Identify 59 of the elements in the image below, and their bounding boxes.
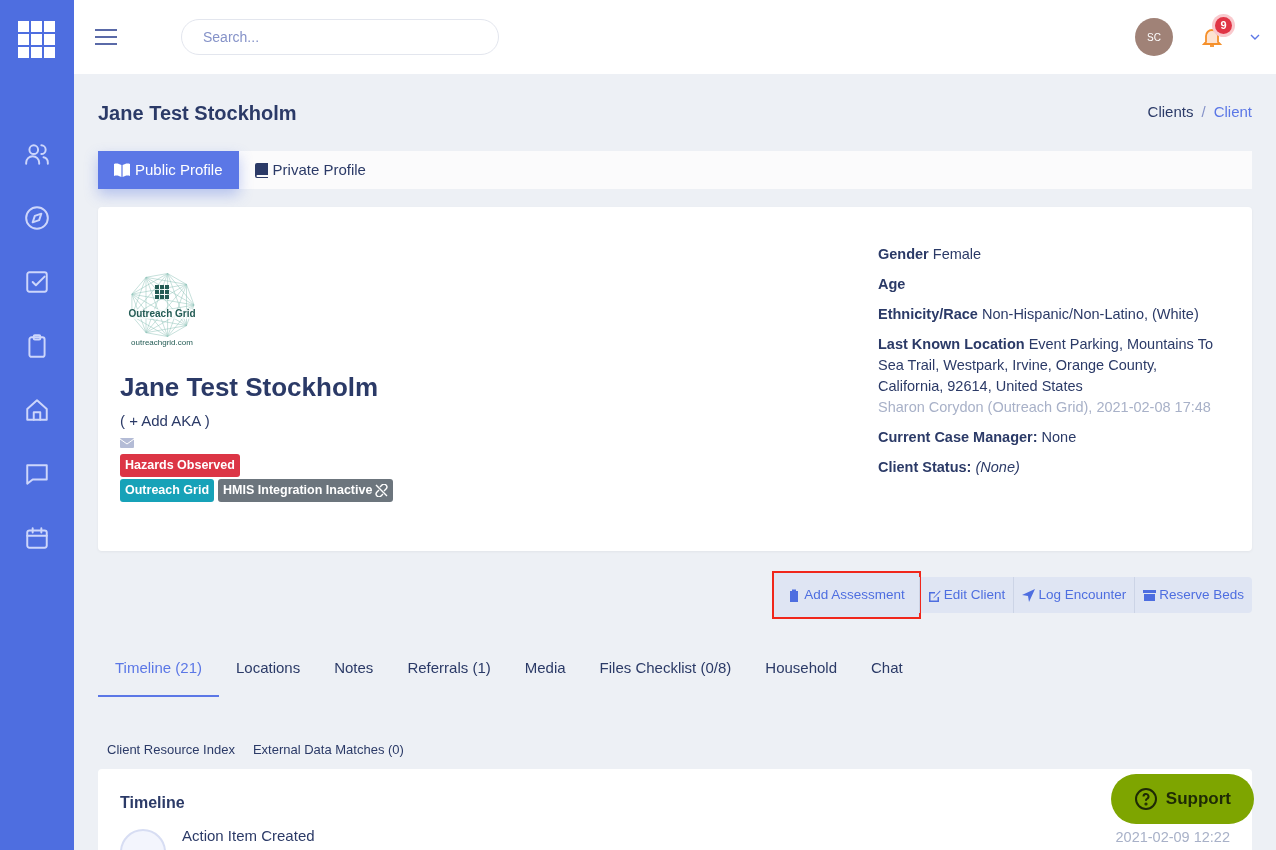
support-button[interactable]: Support: [1110, 774, 1254, 824]
archive-box-icon: [1143, 588, 1157, 602]
action-button[interactable]: Add Assessment: [774, 573, 919, 617]
chat-bubble-icon[interactable]: [24, 461, 50, 487]
profile-tab[interactable]: Public Profile: [98, 151, 239, 189]
profile-field: Age: [878, 274, 1218, 295]
profile-field: Ethnicity/Race Non-Hispanic/Non-Latino, (White): [878, 304, 1218, 325]
breadcrumb-separator: /: [1201, 102, 1206, 123]
timeline-title: Timeline: [120, 792, 185, 813]
calendar-icon[interactable]: [24, 525, 50, 551]
profile-tab[interactable]: Private Profile: [238, 151, 382, 189]
home-icon[interactable]: [24, 397, 50, 423]
timestamp: 2021-02-09 12:22: [1115, 827, 1230, 847]
apps-grid-icon[interactable]: [18, 21, 56, 59]
logo-url: outreachgrid.com: [131, 339, 193, 347]
status-tag: Outreach Grid: [120, 478, 215, 502]
action-button[interactable]: Reserve Beds: [1134, 577, 1252, 613]
profile-field: Last Known Location Event Parking, Mountains To Sea Trail, Westpark, Irvine, Orange County, California, 92614, United States: [878, 334, 1218, 397]
book-icon: [114, 163, 130, 177]
content-tab[interactable]: Household: [748, 641, 854, 697]
breadcrumb-link[interactable]: Client: [1213, 101, 1252, 124]
page-title: Jane Test Stockholm: [98, 100, 297, 125]
paper-plane-icon: [1022, 588, 1036, 602]
content-tab[interactable]: Files Checklist (0/8): [582, 641, 749, 697]
checkbox-icon[interactable]: [24, 269, 50, 295]
book-icon: [254, 162, 268, 178]
location-note: Sharon Corydon (Outreach Grid), 2021-02-08 17:48: [878, 398, 1212, 417]
network-logo-icon: [128, 271, 196, 339]
add-aka-link[interactable]: ( + Add AKA ): [120, 409, 210, 433]
action-button[interactable]: Log Encounter: [1013, 577, 1135, 613]
content-tab[interactable]: Referrals (1): [390, 641, 508, 697]
profile-field: Current Case Manager: None: [878, 427, 1218, 448]
status-tag: Hazards Observed: [120, 454, 240, 477]
sub-tab[interactable]: Client Resource Index: [98, 740, 244, 760]
content-tab[interactable]: Timeline (21): [98, 641, 219, 697]
sub-tab[interactable]: External Data Matches (0): [243, 740, 413, 760]
breadcrumb-link[interactable]: Clients: [1147, 101, 1194, 124]
content-tab[interactable]: Locations: [218, 641, 318, 697]
content-tab[interactable]: Notes: [317, 641, 391, 697]
status-tag: HMIS Integration Inactive: [218, 478, 394, 502]
search-field[interactable]: Search...: [181, 19, 499, 55]
notification-count: 9: [1215, 17, 1232, 34]
users-icon[interactable]: [24, 141, 50, 167]
user-avatar[interactable]: SC: [1135, 18, 1173, 56]
content-tab[interactable]: Media: [507, 641, 583, 697]
compass-icon[interactable]: [24, 205, 50, 231]
menu-icon[interactable]: [95, 29, 117, 45]
logo-name: Outreach Grid: [128, 309, 196, 319]
unlink-icon: [375, 483, 389, 497]
content-tab[interactable]: Chat: [854, 641, 920, 697]
profile-field: Gender Female: [878, 244, 1218, 265]
client-name: Jane Test Stockholm: [120, 373, 380, 402]
help-icon: [1133, 787, 1158, 811]
email-icon[interactable]: [120, 438, 134, 449]
caret-icon[interactable]: [1250, 34, 1260, 40]
action-button[interactable]: Edit Client: [918, 577, 1014, 613]
edit-icon: [927, 588, 941, 602]
profile-field: Client Status: (None): [878, 457, 1218, 478]
timeline-item-title: Action Item Created: [182, 825, 315, 846]
